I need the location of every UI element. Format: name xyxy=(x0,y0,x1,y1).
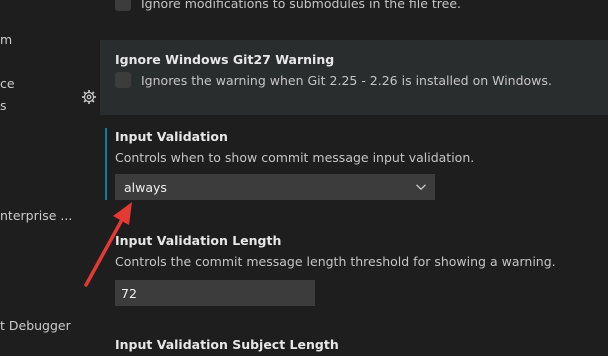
setting-input-validation-length: Input Validation Length Controls the com… xyxy=(100,232,608,280)
ignore-git27-checkbox[interactable] xyxy=(115,72,131,88)
input-validation-length-description: Controls the commit message length thres… xyxy=(115,254,556,269)
input-validation-description: Controls when to show commit message inp… xyxy=(115,150,475,165)
ignore-git27-label: Ignores the warning when Git 2.25 - 2.26… xyxy=(141,72,552,88)
sidebar-item-4[interactable]: nterprise ... xyxy=(0,208,72,223)
sidebar-item-1[interactable]: m xyxy=(0,32,12,47)
input-validation-title: Input Validation xyxy=(115,129,228,144)
settings-tree-sidebar: m ce s nterprise ... t Debugger xyxy=(0,0,78,356)
input-validation-length-value: 72 xyxy=(121,285,137,301)
input-validation-subject-length-title: Input Validation Subject Length xyxy=(115,337,339,352)
sidebar-item-3[interactable]: s xyxy=(0,98,7,113)
ignore-submodules-checkbox[interactable] xyxy=(115,0,131,11)
ignore-submodules-checkbox-row[interactable]: Ignore modifications to submodules in th… xyxy=(115,0,461,12)
input-validation-selected-value: always xyxy=(124,179,167,195)
settings-editor: m ce s nterprise ... t Debugger Ignore m… xyxy=(0,0,608,356)
gear-icon[interactable] xyxy=(82,90,96,104)
sidebar-item-5[interactable]: t Debugger xyxy=(0,318,71,333)
ignore-submodules-label: Ignore modifications to submodules in th… xyxy=(141,0,461,11)
input-validation-length-input[interactable]: 72 xyxy=(115,280,315,306)
input-validation-select[interactable]: always xyxy=(115,174,435,200)
ignore-git27-title: Ignore Windows Git27 Warning xyxy=(115,52,335,67)
setting-input-validation-subject-length: Input Validation Subject Length xyxy=(100,336,608,356)
setting-ignore-submodules: Ignore modifications to submodules in th… xyxy=(100,0,608,20)
ignore-git27-checkbox-row[interactable]: Ignores the warning when Git 2.25 - 2.26… xyxy=(115,71,552,89)
chevron-down-icon xyxy=(416,184,426,191)
setting-ignore-windows-git27: Ignore Windows Git27 Warning Ignores the… xyxy=(82,40,608,115)
input-validation-length-title: Input Validation Length xyxy=(115,233,282,248)
sidebar-item-2[interactable]: ce xyxy=(0,76,15,91)
settings-list: Ignore modifications to submodules in th… xyxy=(82,0,608,356)
